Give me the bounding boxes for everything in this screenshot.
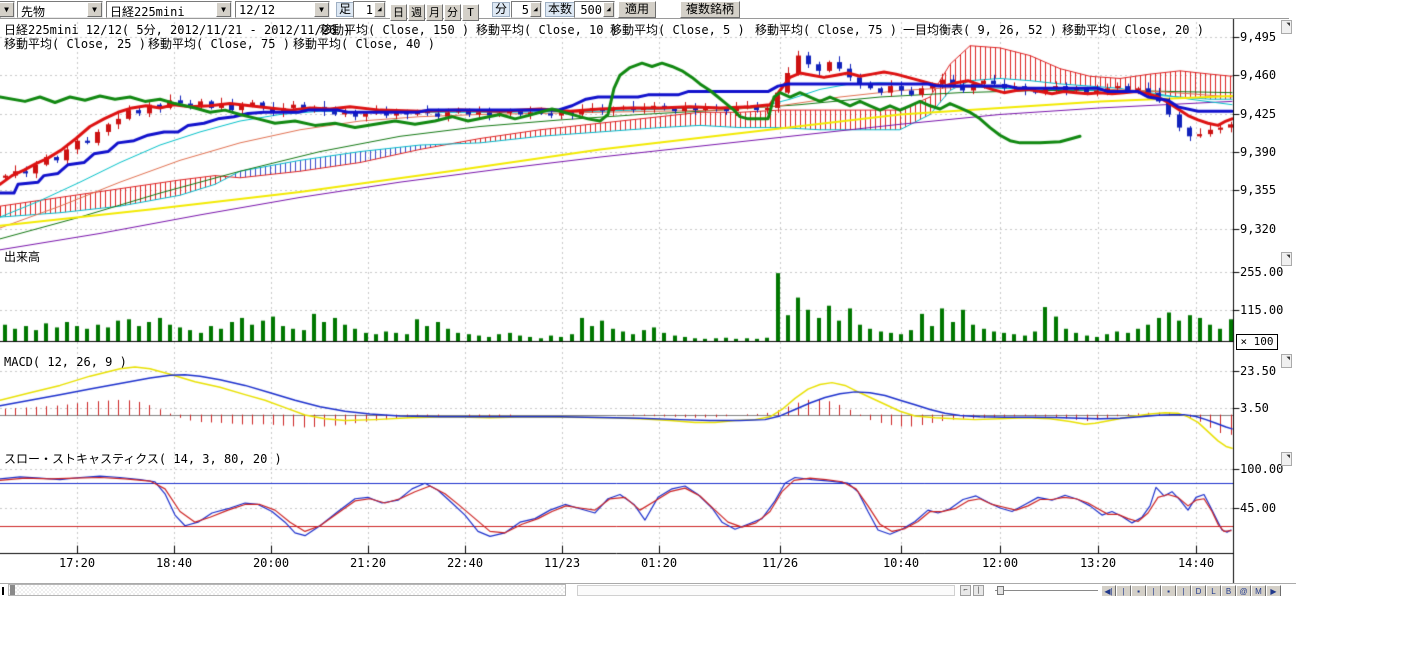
mini-toolbar: ◀||▪|▪|DLB@M▶ [1101,585,1281,596]
horizontal-scrollbar-thumb[interactable] [10,585,15,595]
panel-collapse-button[interactable]: ◥ [1281,252,1292,266]
mini-toolbar-button[interactable]: D [1191,585,1206,596]
time-axis-label: 20:00 [253,556,289,570]
time-axis-label: 11/26 [762,556,798,570]
indicator-header-segment: 移動平均( Close, 40 ) [293,35,435,52]
scroll-extension-box [577,585,955,596]
chart-application-window: ▼ 先物 ▼ 日経225mini ▼ 12/12 ▼ 足 1 ◢ 日週月分T [0,0,1410,662]
spin-button-icon[interactable]: ◢ [374,2,385,17]
minute-value: 5 [514,3,529,17]
mini-toolbar-button[interactable]: | [1176,585,1191,596]
indicator-header-segment: 移動平均( Close, 25 ) [4,35,146,52]
time-axis-label: 01:20 [641,556,677,570]
indicator-header-segment: 一目均衡表( 9, 26, 52 ) [903,21,1057,38]
volume-panel-label: 出来高 [4,248,40,265]
mini-toolbar-button[interactable]: ▪ [1161,585,1176,596]
left-stub-combo[interactable]: ▼ [0,1,15,18]
spin-button-icon[interactable]: ◢ [530,2,541,17]
combo-arrow-icon[interactable]: ▼ [314,2,329,17]
time-axis-label: 21:20 [350,556,386,570]
spin-button-icon[interactable]: ◢ [603,2,614,17]
indicator-header-segment: 移動平均( Close, 75 ) [755,21,897,38]
price-axis-label: 9,355 [1240,183,1276,197]
stochastics-axis-label: 100.00 [1240,462,1283,476]
chart-window-content: ▼ 先物 ▼ 日経225mini ▼ 12/12 ▼ 足 1 ◢ 日週月分T [0,0,1410,596]
bars-spinner[interactable]: 500 ◢ [574,1,615,18]
combo-arrow-icon[interactable]: ▼ [0,2,14,17]
ashi-value: 1 [356,3,373,17]
price-axis-label: 9,495 [1240,30,1276,44]
panel-collapse-button[interactable]: ◥ [1281,354,1292,368]
bottom-strip: ⌐ | ◀||▪|▪|DLB@M▶ [0,583,1296,596]
mini-toolbar-button[interactable]: | [1146,585,1161,596]
indicator-header-segment: 移動平均( Close, 10 ) [476,21,618,38]
time-axis-label: 17:20 [59,556,95,570]
macd-panel-label: MACD( 12, 26, 9 ) [4,355,127,369]
combo-arrow-icon[interactable]: ▼ [216,2,231,17]
contract-month-value: 12/12 [239,3,275,17]
chart-canvas [0,0,1410,596]
timeframe-button[interactable]: T [462,4,479,21]
zoom-slider-track[interactable] [995,590,1098,591]
time-axis-label: 22:40 [447,556,483,570]
ashi-spinner[interactable]: 1 ◢ [353,1,386,18]
indicator-header-segment: 移動平均( Close, 20 ) [1062,21,1204,38]
volume-axis-label: 255.00 [1240,265,1283,279]
price-axis-label: 9,425 [1240,107,1276,121]
price-axis-label: 9,390 [1240,145,1276,159]
time-axis-label: 12:00 [982,556,1018,570]
timeframe-button[interactable]: 月 [426,4,443,21]
panel-collapse-button[interactable]: ◥ [1281,452,1292,466]
symbol-value: 日経225mini [110,3,185,20]
ashi-label: 足 [336,2,354,17]
symbol-combo[interactable]: 日経225mini ▼ [106,1,232,18]
instrument-type-value: 先物 [21,3,45,20]
mini-toolbar-button[interactable]: ▪ [1131,585,1146,596]
mini-toolbar-button[interactable]: ▶ [1266,585,1281,596]
time-axis-label: 10:40 [883,556,919,570]
macd-axis-label: 23.50 [1240,364,1276,378]
toolbar: ▼ 先物 ▼ 日経225mini ▼ 12/12 ▼ 足 1 ◢ 日週月分T [0,0,1289,19]
scroll-mini-button[interactable]: | [973,585,984,596]
volume-multiplier-badge: × 100 [1236,334,1278,350]
time-axis-label: 13:20 [1080,556,1116,570]
price-axis-label: 9,320 [1240,222,1276,236]
time-axis-label: 11/23 [544,556,580,570]
bars-label: 本数 [545,2,575,17]
minute-label: 分 [492,2,510,17]
horizontal-scrollbar[interactable] [8,584,566,596]
mini-toolbar-button[interactable]: | [1116,585,1131,596]
timeframe-button[interactable]: 日 [390,4,407,21]
zoom-slider-thumb[interactable] [997,586,1004,595]
mini-toolbar-button[interactable]: @ [1236,585,1251,596]
panel-collapse-button[interactable]: ◥ [1281,20,1292,34]
volume-axis-label: 115.00 [1240,303,1283,317]
timeframe-button[interactable]: 分 [444,4,461,21]
scroll-position-tick [2,587,4,595]
stochastics-panel-label: スロー・ストキャスティクス( 14, 3, 80, 20 ) [4,450,282,467]
contract-month-combo[interactable]: 12/12 ▼ [235,1,330,18]
mini-toolbar-button[interactable]: L [1206,585,1221,596]
mini-toolbar-button[interactable]: M [1251,585,1266,596]
mini-toolbar-button[interactable]: B [1221,585,1236,596]
stochastics-axis-label: 45.00 [1240,501,1276,515]
time-axis-label: 18:40 [156,556,192,570]
price-axis-label: 9,460 [1240,68,1276,82]
timeframe-button[interactable]: 週 [408,4,425,21]
instrument-type-combo[interactable]: 先物 ▼ [17,1,103,18]
combo-arrow-icon[interactable]: ▼ [87,2,102,17]
scroll-mini-button[interactable]: ⌐ [960,585,971,596]
macd-axis-label: 3.50 [1240,401,1269,415]
indicator-header-segment: 移動平均( Close, 75 ) [148,35,290,52]
apply-button[interactable]: 適用 [618,1,656,18]
bars-value: 500 [577,3,602,17]
time-axis-label: 14:40 [1178,556,1214,570]
multi-symbol-button[interactable]: 複数銘柄 [680,1,740,18]
indicator-header-segment: 移動平均( Close, 5 ) [610,21,745,38]
mini-toolbar-button[interactable]: ◀| [1101,585,1116,596]
timeframe-button-row: 日週月分T [390,1,480,21]
minute-spinner[interactable]: 5 ◢ [511,1,542,18]
